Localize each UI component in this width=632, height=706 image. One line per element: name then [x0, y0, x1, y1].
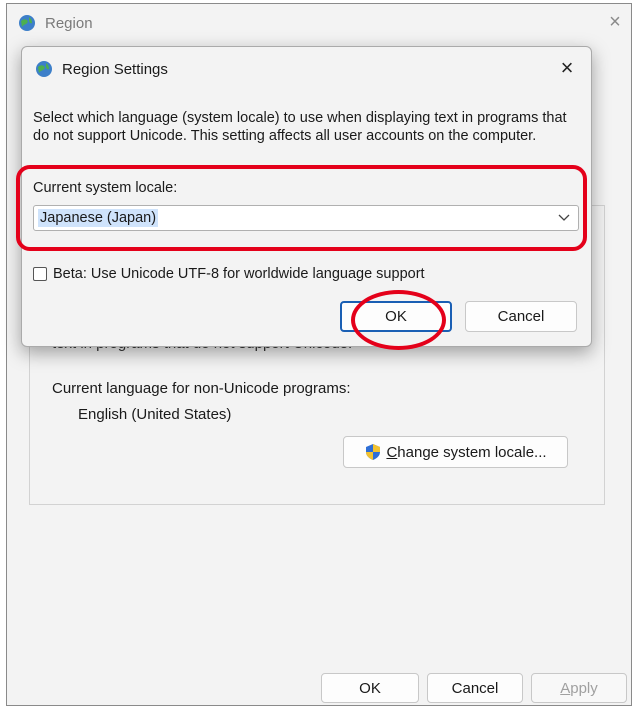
- beta-utf8-checkbox[interactable]: [33, 267, 47, 281]
- apply-label: Apply: [560, 680, 598, 697]
- dialog-ok-button[interactable]: OK: [340, 301, 452, 332]
- dialog-title: Region Settings: [62, 60, 168, 78]
- beta-utf8-label: Beta: Use Unicode UTF-8 for worldwide la…: [53, 266, 425, 282]
- beta-utf8-option[interactable]: Beta: Use Unicode UTF-8 for worldwide la…: [33, 266, 425, 282]
- close-icon[interactable]: ×: [553, 55, 581, 81]
- apply-button[interactable]: Apply: [531, 673, 627, 703]
- window-title: Region: [45, 14, 93, 32]
- change-locale-label: Change system locale...: [386, 444, 546, 461]
- change-locale-accelerator: C: [386, 443, 398, 461]
- apply-label-rest: pply: [570, 679, 598, 697]
- dialog-cancel-button[interactable]: Cancel: [465, 301, 577, 332]
- cancel-button[interactable]: Cancel: [427, 673, 523, 703]
- current-language-value: English (United States): [78, 406, 232, 423]
- dialog-titlebar: Region Settings ×: [22, 47, 591, 91]
- window-titlebar: Region: [17, 10, 93, 36]
- change-system-locale-button[interactable]: Change system locale...: [343, 436, 568, 468]
- change-locale-label-rest: hange system locale...: [397, 443, 547, 461]
- selected-locale: Japanese (Japan): [38, 209, 159, 227]
- shield-icon: [366, 444, 381, 460]
- region-settings-dialog: Region Settings × Select which language …: [16, 46, 592, 350]
- system-locale-label: Current system locale:: [33, 180, 178, 196]
- globe-icon: [19, 15, 35, 31]
- chevron-down-icon: [558, 214, 570, 221]
- dialog-title-group: Region Settings: [34, 59, 168, 79]
- system-locale-select[interactable]: Japanese (Japan): [33, 205, 579, 231]
- globe-icon: [36, 61, 52, 77]
- current-language-label: Current language for non-Unicode program…: [52, 380, 351, 397]
- dialog-description: Select which language (system locale) to…: [33, 110, 567, 144]
- close-icon[interactable]: ×: [603, 10, 627, 34]
- apply-accelerator: A: [560, 679, 571, 697]
- ok-button[interactable]: OK: [321, 673, 419, 703]
